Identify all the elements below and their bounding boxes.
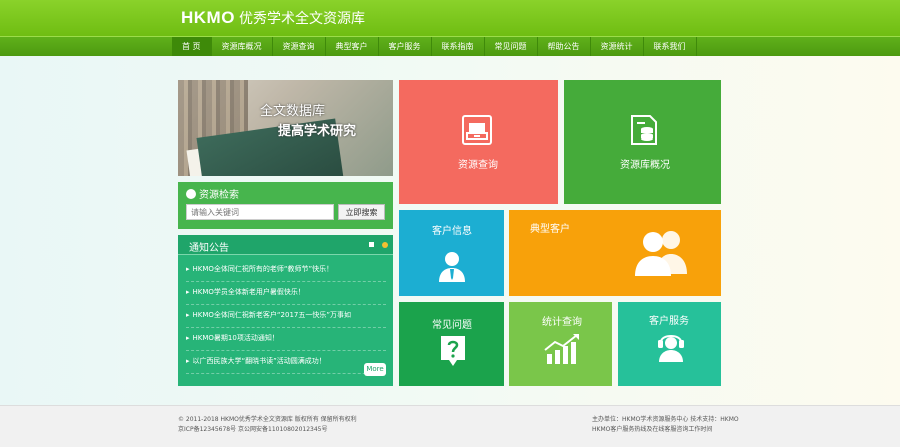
notice-item[interactable]: HKMO学员全体新老用户暑假快乐！ [186, 282, 386, 305]
nav-item-announcements[interactable]: 帮助公告 [538, 37, 591, 56]
banner-line2: 提高学术研究 [278, 124, 357, 139]
search-icon [186, 189, 196, 199]
archive-box-icon [462, 115, 492, 145]
site-logo[interactable]: HKMO 优秀学术全文资源库 [181, 8, 365, 28]
tile-statistics[interactable]: 统计查询 [509, 302, 612, 386]
database-document-icon [631, 115, 657, 145]
search-title: 资源检索 [186, 186, 239, 201]
pager-dot-indicator[interactable] [382, 242, 388, 248]
tile-typical-customers[interactable]: 典型客户 [509, 210, 721, 296]
nav-item-guide[interactable]: 联系指南 [432, 37, 485, 56]
more-button[interactable]: More [364, 363, 386, 376]
nav-item-typical-customers[interactable]: 典型客户 [326, 37, 379, 56]
notice-panel: 通知公告 HKMO全体同仁祝所有的老师“教师节”快乐！ HKMO学员全体新老用户… [178, 235, 393, 386]
footer-service-info: HKMO客户服务热线及在线客服咨询工作时间 [592, 426, 713, 433]
footer-organizer: 主办单位：HKMO学术资源服务中心 技术支持：HKMO [592, 416, 739, 423]
main-nav: 首 页 资源库概况 资源查询 典型客户 客户服务 联系指南 常见问题 帮助公告 … [0, 36, 900, 56]
nav-item-home[interactable]: 首 页 [172, 37, 212, 56]
tile-overview-label: 资源库概况 [620, 160, 670, 171]
nav-item-resource-search[interactable]: 资源查询 [273, 37, 326, 56]
footer-copyright: © 2011-2018 HKMO优秀学术全文资源库 版权所有 保留所有权利 [178, 416, 357, 423]
footer-icp[interactable]: 京ICP备12345678号 京公网安备11010802012345号 [178, 424, 327, 433]
logo-text: HKMO [181, 8, 235, 27]
notice-item[interactable]: 以广西民族大学“翻晓书读”活动圆满成功！ [186, 351, 386, 374]
notice-item[interactable]: HKMO全体同仁祝所有的老师“教师节”快乐！ [186, 259, 386, 282]
notice-item[interactable]: HKMO暑期10项活动通知！ [186, 328, 386, 351]
search-panel: 资源检索 立即搜索 [178, 182, 393, 229]
search-title-text: 资源检索 [199, 190, 239, 201]
footer: © 2011-2018 HKMO优秀学术全文资源库 版权所有 保留所有权利 京I… [0, 405, 900, 447]
notice-item[interactable]: HKMO全体同仁祝新老客户“2017五一快乐”万事如 [186, 305, 386, 328]
banner-line1: 全文数据库 [260, 104, 326, 119]
user-tie-icon [439, 252, 465, 282]
users-group-icon [635, 231, 687, 276]
notice-header: 通知公告 [178, 235, 393, 255]
tile-customer-info[interactable]: 客户信息 [399, 210, 504, 296]
notice-list: HKMO全体同仁祝所有的老师“教师节”快乐！ HKMO学员全体新老用户暑假快乐！… [186, 259, 386, 374]
headset-support-icon [658, 335, 684, 362]
notice-title: 通知公告 [189, 243, 229, 254]
question-doc-icon [441, 336, 465, 366]
nav-item-contact[interactable]: 联系我们 [644, 37, 697, 56]
search-input[interactable] [186, 204, 334, 220]
nav-item-customer-service[interactable]: 客户服务 [379, 37, 432, 56]
tile-customer-service[interactable]: 客户服务 [618, 302, 721, 386]
nav-item-statistics[interactable]: 资源统计 [591, 37, 644, 56]
nav-item-faq[interactable]: 常见问题 [485, 37, 538, 56]
tile-typical-customers-label: 典型客户 [530, 224, 570, 235]
search-button[interactable]: 立即搜索 [338, 204, 385, 220]
tile-faq[interactable]: 常见问题 [399, 302, 504, 386]
growth-chart-icon [544, 334, 579, 364]
tile-customer-info-label: 客户信息 [432, 226, 472, 237]
logo-subtitle: 优秀学术全文资源库 [238, 10, 365, 26]
tile-customer-service-label: 客户服务 [649, 316, 689, 327]
pager-square-indicator[interactable] [369, 242, 374, 247]
tile-overview[interactable]: 资源库概况 [564, 80, 721, 204]
tile-faq-label: 常见问题 [432, 320, 472, 331]
tile-resource-search-label: 资源查询 [458, 160, 498, 171]
tile-resource-search[interactable]: 资源查询 [399, 80, 558, 204]
tile-statistics-label: 统计查询 [542, 317, 582, 328]
header-bar: HKMO 优秀学术全文资源库 [0, 0, 900, 36]
nav-item-overview[interactable]: 资源库概况 [212, 37, 273, 56]
promo-banner[interactable]: 全文数据库 提高学术研究 [178, 80, 393, 176]
